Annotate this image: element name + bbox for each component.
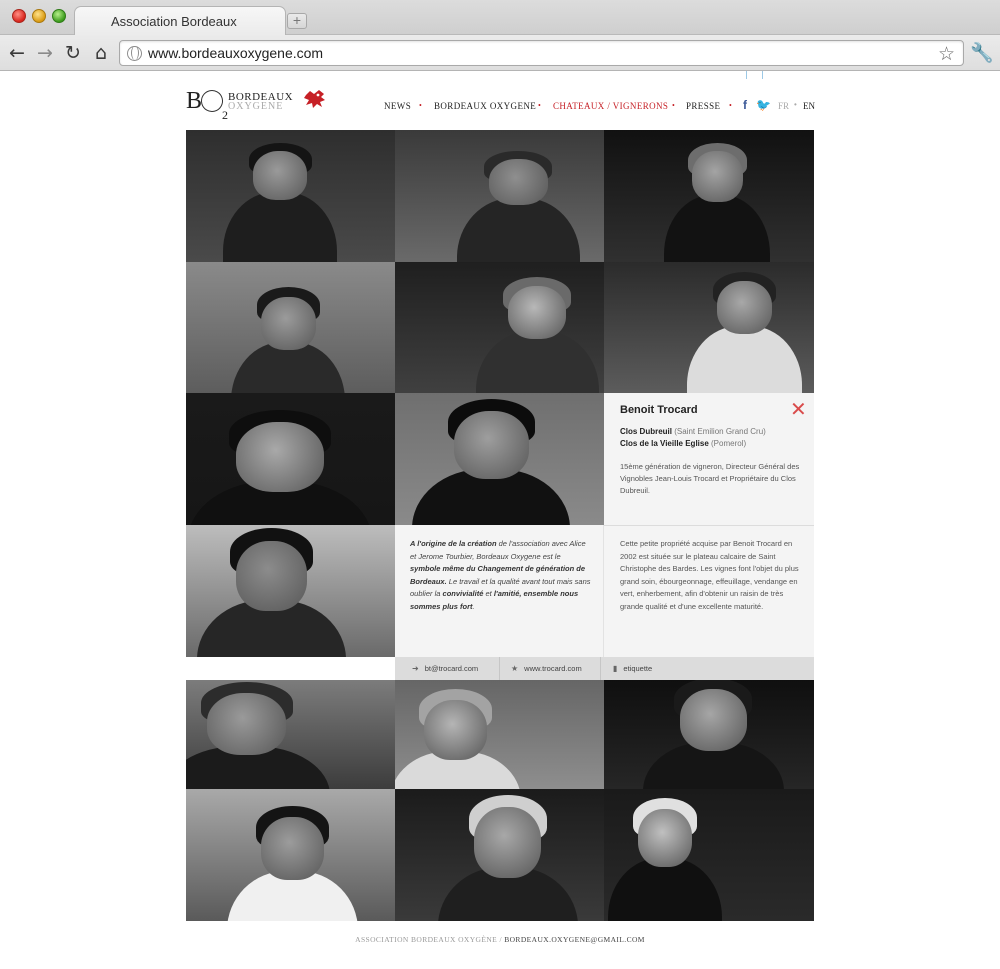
- logo-line2: OXYGENE: [228, 101, 284, 112]
- bookmark-star-icon[interactable]: ☆: [938, 42, 955, 66]
- back-arrow-icon[interactable]: ←: [6, 41, 28, 65]
- browser-titlebar: Association Bordeaux Oxygène +: [0, 0, 1000, 59]
- browser-tab[interactable]: Association Bordeaux Oxygène: [74, 6, 286, 59]
- wrench-menu-icon[interactable]: 🔧: [970, 42, 994, 64]
- portrait-face: [261, 296, 316, 350]
- vigneron-bio: 15ème génération de vigneron, Directeur …: [620, 462, 800, 495]
- chateau-appellation: (Saint Emilion Grand Cru): [674, 427, 766, 436]
- footer-email-link[interactable]: BORDEAUX.OXYGENE@GMAIL.COM: [504, 935, 645, 944]
- facebook-icon[interactable]: f: [743, 98, 747, 112]
- portrait-face: [507, 286, 567, 340]
- portrait-face: [453, 410, 529, 479]
- social-bar-line: [746, 71, 747, 79]
- email-link[interactable]: ➜ bt@trocard.com: [412, 657, 478, 680]
- chateau-appellation: (Pomerol): [711, 439, 747, 448]
- footer-association: ASSOCIATION BORDEAUX OXYGÈNE: [355, 935, 498, 944]
- minimize-window-button[interactable]: [32, 9, 46, 23]
- nav-item-news[interactable]: NEWS: [384, 101, 411, 111]
- vigneron-name: Benoit Trocard: [620, 404, 698, 416]
- vigneron-portrait-tile[interactable]: [186, 262, 395, 393]
- vigneron-portrait-tile[interactable]: [604, 789, 814, 921]
- vigneron-portrait-tile[interactable]: [604, 680, 814, 789]
- nav-separator-dot: •: [672, 101, 676, 110]
- portrait-face: [236, 540, 308, 611]
- language-en-link[interactable]: EN: [803, 101, 815, 111]
- social-bar-line: [762, 71, 763, 79]
- portrait-face: [424, 699, 487, 760]
- portrait-face: [489, 158, 548, 205]
- vigneron-portrait-tile[interactable]: [186, 680, 395, 789]
- frog-logo-icon: [304, 90, 325, 108]
- star-icon: ★: [511, 664, 519, 673]
- new-tab-button[interactable]: +: [287, 13, 307, 29]
- website-link[interactable]: ★ www.trocard.com: [511, 657, 582, 680]
- site-footer: ASSOCIATION BORDEAUX OXYGÈNE / BORDEAUX.…: [0, 935, 1000, 944]
- vigneron-portrait-tile[interactable]: [186, 393, 395, 525]
- portrait-face: [206, 693, 287, 756]
- detail-divider: [604, 525, 814, 526]
- portrait-face: [474, 807, 542, 878]
- browser-toolbar: ← → ↻ ⌂ www.bordeauxoxygene.com ☆ 🔧: [0, 35, 1000, 71]
- vigneron-portrait-tile[interactable]: [604, 130, 814, 262]
- link-separator: [600, 657, 601, 680]
- portrait-face: [261, 816, 324, 881]
- vigneron-portrait-tile[interactable]: [395, 130, 604, 262]
- document-icon: ▮: [613, 664, 618, 673]
- chateau-name[interactable]: Clos Dubreuil: [620, 427, 672, 436]
- home-icon[interactable]: ⌂: [90, 41, 112, 65]
- vigneron-portrait-tile[interactable]: [395, 789, 604, 921]
- nav-item-bordeaux-oxygene[interactable]: BORDEAUX OXYGENE: [434, 101, 536, 111]
- vigneron-portrait-tile[interactable]: [395, 680, 604, 789]
- chateau-line: Clos de la Vieille Eglise (Pomerol): [620, 439, 746, 448]
- close-window-button[interactable]: [12, 9, 26, 23]
- nav-separator-dot: •: [729, 101, 733, 110]
- arrow-icon: ➜: [412, 664, 419, 673]
- chateau-line: Clos Dubreuil (Saint Emilion Grand Cru): [620, 427, 766, 436]
- portrait-face: [637, 808, 693, 867]
- vigneron-portrait-tile[interactable]: [604, 262, 814, 393]
- portrait-face: [717, 280, 772, 334]
- chateau-description: Cette petite propriété acquise par Benoi…: [620, 539, 799, 611]
- portrait-face: [252, 151, 308, 200]
- association-quote-panel: A l'origine de la création de l'associat…: [395, 525, 604, 657]
- logo-letter: B: [186, 88, 203, 114]
- url-text: www.bordeauxoxygene.com: [148, 45, 324, 61]
- chateau-name[interactable]: Clos de la Vieille Eglise: [620, 439, 709, 448]
- nav-item-chateaux-vignerons[interactable]: CHATEAUX / VIGNERONS: [553, 101, 668, 111]
- close-icon[interactable]: ✕: [790, 399, 807, 419]
- globe-icon: [127, 46, 142, 61]
- reload-icon[interactable]: ↻: [62, 41, 84, 65]
- vigneron-portrait-tile[interactable]: [186, 130, 395, 262]
- portrait-face: [236, 421, 324, 493]
- language-separator: •: [794, 100, 797, 109]
- vigneron-detail-panel: Benoit Trocard ✕ Clos Dubreuil (Saint Em…: [604, 393, 814, 657]
- nav-separator-dot: •: [419, 101, 423, 110]
- etiquette-link[interactable]: ▮ etiquette: [613, 657, 652, 680]
- address-bar[interactable]: www.bordeauxoxygene.com ☆: [119, 40, 964, 66]
- link-separator: [499, 657, 500, 680]
- twitter-icon[interactable]: 🐦: [756, 98, 771, 112]
- vigneron-portrait-tile[interactable]: [186, 525, 395, 657]
- contact-links-bar: ➜ bt@trocard.com ★ www.trocard.com ▮ etique…: [395, 657, 814, 680]
- language-fr-link[interactable]: FR: [778, 101, 789, 111]
- vigneron-portrait-tile[interactable]: [395, 393, 604, 525]
- vigneron-portrait-tile[interactable]: [186, 789, 395, 921]
- nav-separator-dot: •: [538, 101, 542, 110]
- portrait-face: [692, 151, 743, 203]
- site-logo[interactable]: B 2 BORDEAUX OXYGENE: [186, 86, 336, 126]
- portrait-face: [679, 688, 747, 752]
- maximize-window-button[interactable]: [52, 9, 66, 23]
- forward-arrow-icon[interactable]: →: [34, 41, 56, 65]
- nav-item-presse[interactable]: PRESSE: [686, 101, 720, 111]
- association-quote: A l'origine de la création de l'associat…: [410, 539, 591, 611]
- vigneron-portrait-tile[interactable]: [395, 262, 604, 393]
